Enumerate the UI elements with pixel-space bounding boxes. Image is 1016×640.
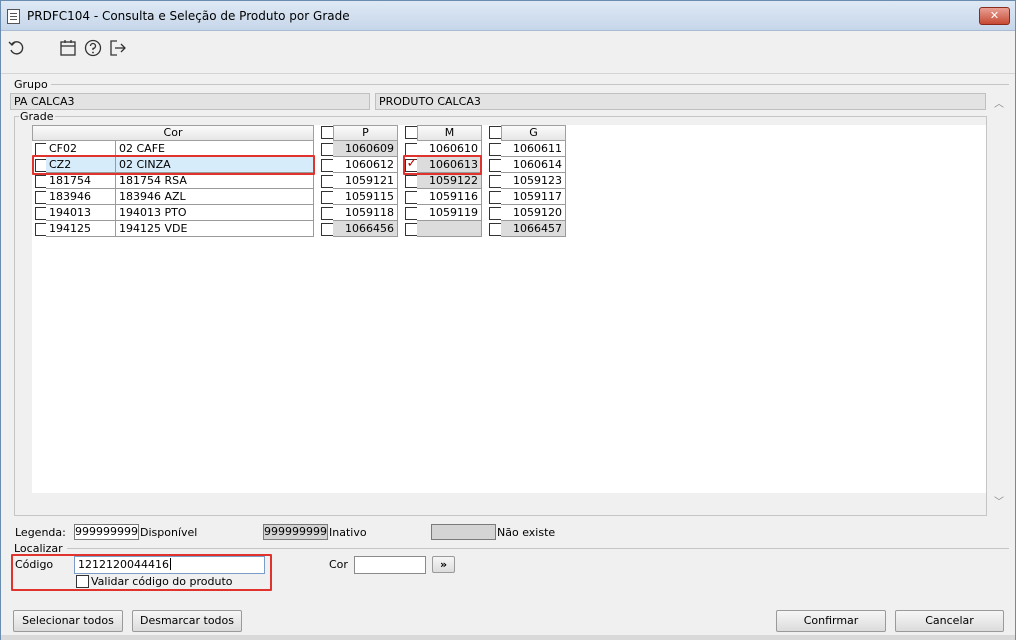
selected-cell-highlight — [403, 155, 482, 175]
title-bar: PRDFC104 - Consulta e Seleção de Produto… — [1, 1, 1015, 31]
size-header-m: M — [417, 125, 482, 141]
selected-row-highlight — [32, 155, 315, 175]
color-code-cell[interactable]: 181754 — [46, 173, 116, 189]
size-p-value-cell[interactable]: 1060609 — [333, 141, 398, 157]
legend-disponivel-label: Disponível — [140, 526, 198, 539]
color-name-cell[interactable]: 181754 RSA — [116, 173, 314, 189]
size-p-value-cell[interactable]: 1060612 — [333, 157, 398, 173]
size-p-value-cell[interactable]: 1059118 — [333, 205, 398, 221]
size-p-value-cell[interactable]: 1059115 — [333, 189, 398, 205]
size-p-value-cell[interactable]: 1066456 — [333, 221, 398, 237]
color-code-cell[interactable]: 194013 — [46, 205, 116, 221]
help-icon[interactable] — [83, 38, 103, 58]
localizar-rule — [67, 548, 1009, 549]
color-name-cell[interactable]: 183946 AZL — [116, 189, 314, 205]
size-g-value-cell[interactable]: 1060614 — [501, 157, 566, 173]
size-g-value-cell[interactable]: 1060611 — [501, 141, 566, 157]
size-m-value-cell[interactable]: 1059119 — [417, 205, 482, 221]
calendar-icon[interactable] — [58, 38, 78, 58]
grupo-description-field: PRODUTO CALCA3 — [375, 93, 986, 110]
cor-label: Cor — [329, 558, 348, 571]
legend-inativo-label: Inativo — [329, 526, 367, 539]
legend-disponivel-sample: 999999999 — [74, 524, 139, 540]
window-title: PRDFC104 - Consulta e Seleção de Produto… — [27, 9, 350, 23]
color-name-cell[interactable]: 194125 VDE — [116, 221, 314, 237]
cor-input[interactable] — [354, 556, 426, 574]
color-code-cell[interactable]: 183946 — [46, 189, 116, 205]
scroll-down-icon[interactable]: ﹀ — [994, 493, 1004, 508]
size-header-g: G — [501, 125, 566, 141]
codigo-highlight — [11, 554, 272, 591]
size-p-value-cell[interactable]: 1059121 — [333, 173, 398, 189]
select-all-button[interactable]: Selecionar todos — [13, 610, 123, 632]
exit-icon[interactable] — [108, 38, 128, 58]
close-button[interactable]: ✕ — [979, 7, 1010, 25]
grupo-rule — [51, 84, 1009, 85]
color-name-cell[interactable]: 194013 PTO — [116, 205, 314, 221]
size-header-p: P — [333, 125, 398, 141]
cancel-button[interactable]: Cancelar — [895, 610, 1004, 632]
document-icon — [7, 9, 20, 24]
size-m-value-cell[interactable]: 1059116 — [417, 189, 482, 205]
toolbar — [1, 33, 1015, 63]
size-g-value-cell[interactable]: 1059120 — [501, 205, 566, 221]
size-m-value-cell[interactable]: 1059122 — [417, 173, 482, 189]
bottom-strip — [1, 635, 1015, 640]
size-g-value-cell[interactable]: 1066457 — [501, 221, 566, 237]
grupo-code-field: PA CALCA3 — [10, 93, 370, 110]
refresh-icon[interactable] — [7, 38, 27, 58]
legend-nao-existe-sample — [431, 524, 496, 540]
scroll-up-icon[interactable]: ︿ — [994, 95, 1004, 110]
toolbar-separator — [1, 73, 1015, 74]
confirm-button[interactable]: Confirmar — [776, 610, 886, 632]
legend-label: Legenda: — [15, 526, 66, 539]
size-g-value-cell[interactable]: 1059117 — [501, 189, 566, 205]
legend-nao-existe-label: Não existe — [497, 526, 556, 539]
grupo-label: Grupo — [13, 78, 49, 91]
color-code-cell[interactable]: 194125 — [46, 221, 116, 237]
deselect-all-button[interactable]: Desmarcar todos — [132, 610, 242, 632]
grade-label: Grade — [19, 110, 55, 123]
size-g-value-cell[interactable]: 1059123 — [501, 173, 566, 189]
search-go-button[interactable]: » — [432, 556, 455, 573]
main-window: PRDFC104 - Consulta e Seleção de Produto… — [0, 0, 1016, 640]
size-m-value-cell[interactable] — [417, 221, 482, 237]
legend-inativo-sample: 999999999 — [263, 524, 328, 540]
color-column-header: Cor — [32, 125, 314, 141]
